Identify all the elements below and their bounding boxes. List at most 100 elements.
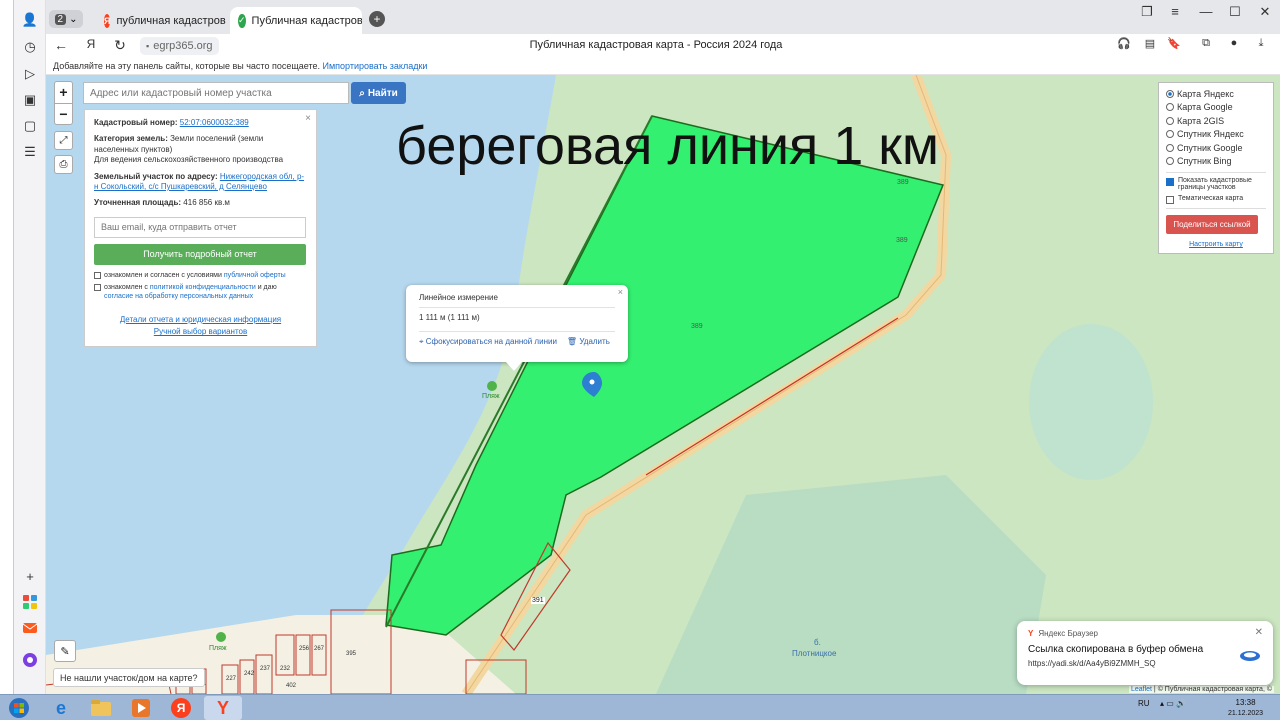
yandex-browser-taskbar-icon[interactable]: Y xyxy=(204,696,242,720)
agree-offer-text: ознакомлен и согласен с условиями xyxy=(104,271,222,279)
download-icon[interactable]: ⤓ xyxy=(1251,37,1271,50)
reader-icon[interactable]: ▤ xyxy=(1140,37,1160,50)
thematic-option[interactable]: Тематическая карта xyxy=(1166,195,1266,204)
delete-link[interactable]: 🗑 Удалить xyxy=(567,337,610,347)
measure-popup: × Линейное измерение 1 111 м (1 111 м) ⌖… xyxy=(406,285,628,362)
cadastral-number-link[interactable]: 52:07:0600032:389 xyxy=(180,118,249,127)
ie-icon[interactable]: e xyxy=(42,696,80,720)
area-value: 416 856 кв.м xyxy=(183,198,230,208)
target-icon: ⌖ xyxy=(419,337,424,346)
layer-option[interactable]: Карта Яндекс xyxy=(1166,87,1266,101)
focus-line-link[interactable]: ⌖ Сфокусироваться на данной линии xyxy=(419,337,557,347)
share-link-button[interactable]: Поделиться ссылкой xyxy=(1166,215,1258,234)
screenshot-icon[interactable]: ▣ xyxy=(20,90,40,110)
zoom-out-button[interactable]: − xyxy=(59,104,67,125)
tab-group-button[interactable]: 2 ⌄ xyxy=(49,10,83,28)
trash-icon: 🗑 xyxy=(566,337,578,346)
tab-active[interactable]: ✓ Публичная кадастровая ✕ xyxy=(230,7,362,34)
layer-label: Карта Яндекс xyxy=(1177,88,1234,99)
bookmark-icon[interactable]: 🔖 xyxy=(1164,37,1184,50)
explorer-icon[interactable] xyxy=(82,696,120,720)
layer-option[interactable]: Спутник Google xyxy=(1166,141,1266,155)
layer-option[interactable]: Карта Google xyxy=(1166,101,1266,115)
offer-checkbox[interactable] xyxy=(94,271,101,279)
adblock-icon[interactable]: ● xyxy=(1224,37,1244,49)
get-report-button[interactable]: Получить подробный отчет xyxy=(94,243,306,265)
small-parcel-label: 267 xyxy=(314,646,325,652)
email-field[interactable] xyxy=(94,216,306,238)
tab-count-icon[interactable]: ▢ xyxy=(20,116,40,136)
ruler-icon[interactable]: ✎ xyxy=(54,640,76,662)
reload-icon[interactable]: ↻ xyxy=(110,37,130,54)
apps-icon[interactable] xyxy=(20,592,40,612)
notes-icon[interactable]: ☰ xyxy=(20,142,40,162)
profile-icon[interactable]: 👤 xyxy=(20,10,40,30)
search-button[interactable]: ⌕ Найти xyxy=(351,82,406,104)
media-player-icon[interactable] xyxy=(122,696,160,720)
not-found-button[interactable]: Не нашли участок/дом на карте? xyxy=(53,668,205,687)
language-indicator[interactable]: RU xyxy=(1138,699,1150,708)
popup-tail xyxy=(506,362,522,371)
lake-label: Плотницкое xyxy=(792,649,837,658)
beach-icon xyxy=(216,632,226,642)
add-icon[interactable]: + xyxy=(20,566,40,586)
usage-value: Для ведения сельскохозяйственного произв… xyxy=(94,155,284,165)
fullscreen-icon[interactable]: ⤢ xyxy=(54,131,73,150)
address-bar[interactable]: ▪ egrp365.org xyxy=(140,37,219,55)
manual-choice-link[interactable]: Ручной выбор вариантов xyxy=(94,327,307,337)
url-text: egrp365.org xyxy=(153,40,213,52)
attribution-text: | © Публичная кадастровая карта, © xyxy=(1151,686,1272,693)
lake-label: б. xyxy=(814,638,821,647)
layer-option[interactable]: Карта 2GIS xyxy=(1166,114,1266,128)
back-icon[interactable]: ← xyxy=(51,37,71,53)
beach-label: Пляж xyxy=(482,393,500,400)
privacy-link[interactable]: политикой конфиденциальности xyxy=(150,284,256,291)
tab-count: 2 xyxy=(54,13,67,25)
import-bookmarks-link[interactable]: Импортировать закладки xyxy=(323,61,428,71)
yandex-icon[interactable]: Я xyxy=(81,37,101,51)
close-toast-icon[interactable]: ✕ xyxy=(1255,627,1263,638)
minimize-icon[interactable]: — xyxy=(1194,4,1218,19)
parcel-info-panel: × Кадастровый номер: 52:07:0600032:389 К… xyxy=(84,109,317,347)
map-canvas[interactable]: 232256267237242227240401402395 389 389 3… xyxy=(46,75,1280,694)
search-input[interactable] xyxy=(83,82,349,104)
collections-icon[interactable]: ❐ xyxy=(1135,4,1159,20)
tab-inactive[interactable]: Я публичная кадастровая к xyxy=(96,7,226,34)
mail-icon[interactable] xyxy=(20,618,40,638)
new-tab-icon[interactable]: + xyxy=(369,11,385,27)
headphones-icon[interactable]: 🎧 xyxy=(1114,37,1134,50)
report-details-link[interactable]: Детали отчета и юридическая информация xyxy=(94,315,307,325)
show-borders-label: Показать кадастровые границы участков xyxy=(1178,177,1252,191)
measure-value: 1 111 м (1 111 м) xyxy=(419,313,480,322)
clock[interactable]: 13:38 21.12.2023 xyxy=(1228,697,1263,719)
consent-link[interactable]: согласие на обработку персональных данны… xyxy=(104,293,253,300)
tray-icons[interactable]: ▴ ▭ 🔊 xyxy=(1160,699,1186,708)
play-icon[interactable]: ▷ xyxy=(20,64,40,84)
focus-line-label: Сфокусироваться на данной линии xyxy=(425,337,557,346)
yandex-taskbar-icon[interactable]: Я xyxy=(162,696,200,720)
alice-icon[interactable] xyxy=(20,650,40,670)
navigation-bar: ← Я ↻ ▪ egrp365.org Публичная кадастрова… xyxy=(46,34,1280,58)
layer-option[interactable]: Спутник Bing xyxy=(1166,155,1266,169)
extensions-icon[interactable]: ⧉ xyxy=(1196,37,1216,50)
layers-panel: Карта Яндекс Карта Google Карта 2GIS Спу… xyxy=(1158,82,1274,254)
taskbar: e Я Y RU ▴ ▭ 🔊 13:38 21.12.2023 xyxy=(0,694,1280,720)
close-popup-icon[interactable]: × xyxy=(618,287,623,297)
maximize-icon[interactable]: ☐ xyxy=(1223,4,1247,20)
close-panel-icon[interactable]: × xyxy=(305,112,311,125)
history-icon[interactable]: ◷ xyxy=(20,37,40,57)
print-icon[interactable]: ⎙ xyxy=(54,155,73,174)
parcel-label: 391 xyxy=(531,597,545,604)
close-window-icon[interactable]: ✕ xyxy=(1253,4,1277,20)
offer-link[interactable]: публичной оферты xyxy=(224,272,286,279)
checkbox xyxy=(1166,196,1174,204)
checkbox-checked xyxy=(1166,178,1174,186)
menu-icon[interactable]: ≡ xyxy=(1163,4,1187,19)
zoom-in-button[interactable]: + xyxy=(59,82,67,103)
privacy-checkbox[interactable] xyxy=(94,283,101,291)
layer-option[interactable]: Спутник Яндекс xyxy=(1166,128,1266,142)
show-borders-option[interactable]: Показать кадастровые границы участков xyxy=(1166,177,1266,191)
setup-map-link[interactable]: Настроить карту xyxy=(1166,241,1266,248)
start-button[interactable] xyxy=(0,696,38,720)
leaflet-link[interactable]: Leaflet xyxy=(1131,686,1152,693)
